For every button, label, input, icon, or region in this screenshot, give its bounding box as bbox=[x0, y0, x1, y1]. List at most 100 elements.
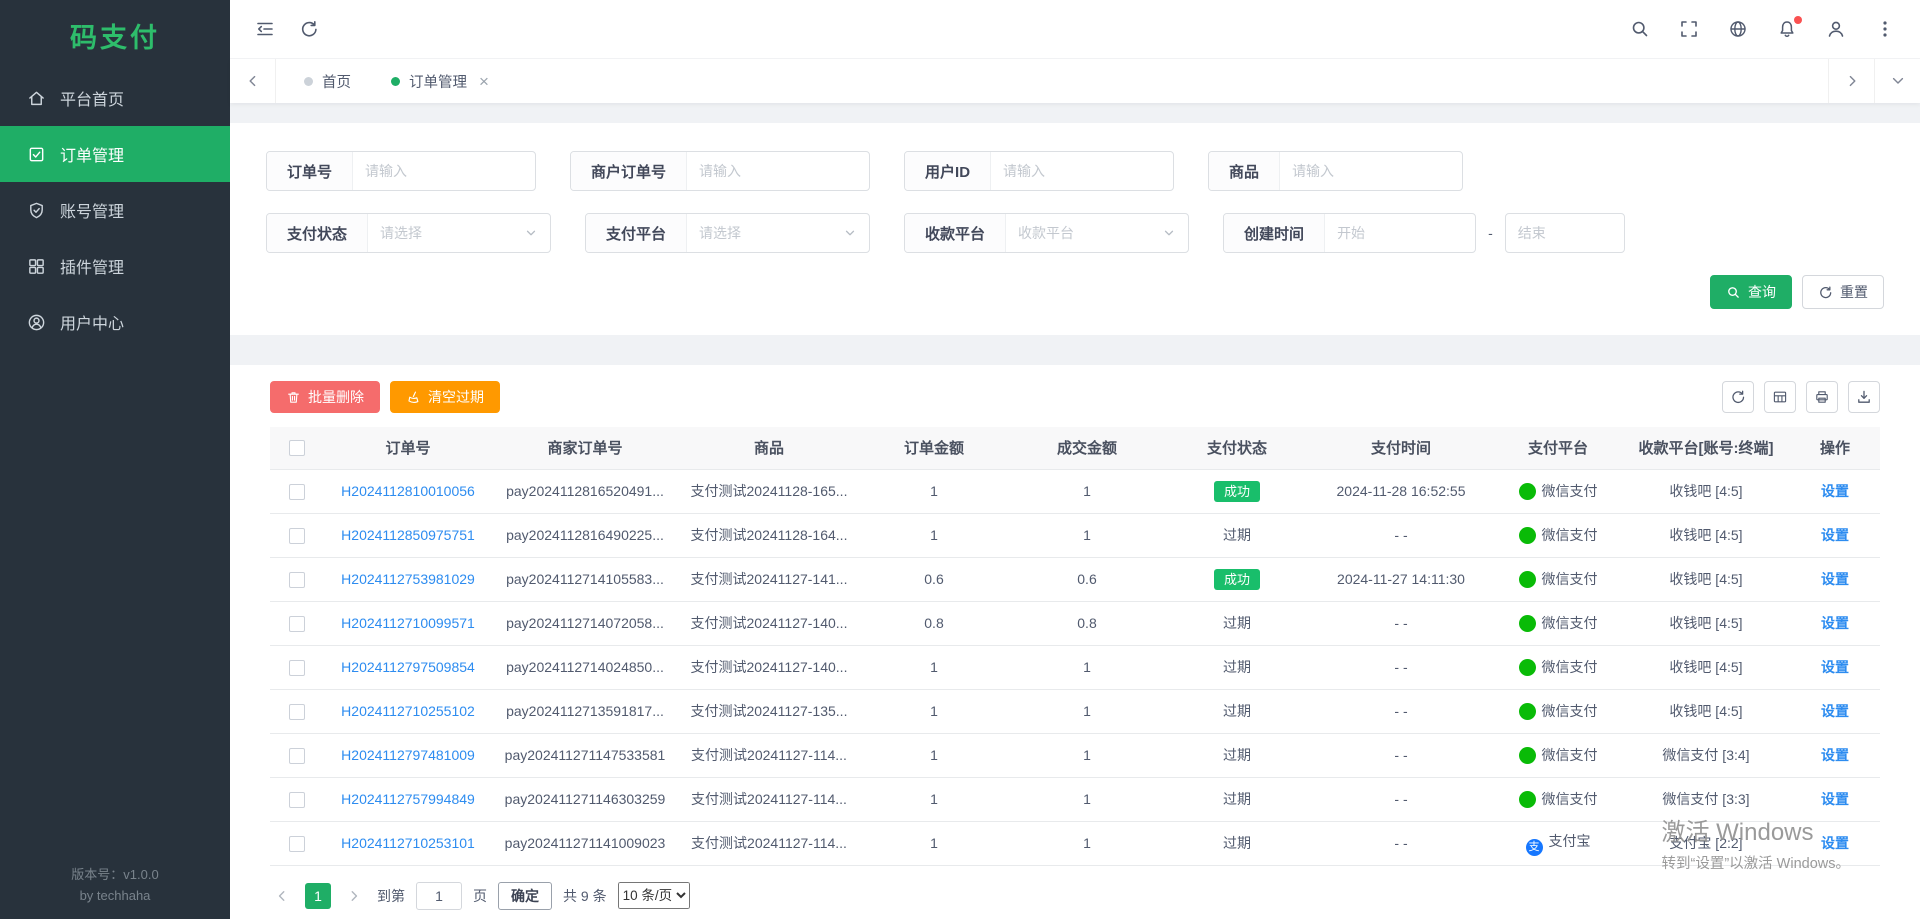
sidebar-item-home[interactable]: 平台首页 bbox=[0, 70, 230, 126]
confirm-page-button[interactable]: 确定 bbox=[498, 882, 552, 910]
settings-link[interactable]: 设置 bbox=[1821, 615, 1849, 631]
close-tab-icon[interactable]: × bbox=[479, 73, 489, 90]
grid-icon bbox=[27, 257, 46, 276]
paid-amount-cell: 1 bbox=[1008, 777, 1166, 821]
prev-page-icon[interactable] bbox=[270, 884, 294, 908]
pay-status-cell: 过期 bbox=[1166, 689, 1308, 733]
query-button-label: 查询 bbox=[1748, 282, 1776, 302]
filter-row-1: 订单号 商户订单号 用户ID 商品 bbox=[266, 151, 1884, 191]
tab-home[interactable]: 首页 bbox=[288, 59, 367, 103]
filter-panel: 订单号 商户订单号 用户ID 商品 bbox=[230, 123, 1920, 335]
settings-link[interactable]: 设置 bbox=[1821, 703, 1849, 719]
filter-pay-platform: 支付平台 请选择 bbox=[585, 213, 870, 253]
sidebar-item-accounts[interactable]: 账号管理 bbox=[0, 182, 230, 238]
order-no-cell: H2024112797509854 bbox=[324, 645, 492, 689]
chevron-down-icon bbox=[524, 226, 538, 240]
column-settings-icon[interactable] bbox=[1764, 381, 1796, 413]
order-no-link[interactable]: H2024112710099571 bbox=[341, 615, 475, 631]
sidebar-item-label: 插件管理 bbox=[60, 254, 124, 278]
pay-status-select[interactable]: 请选择 bbox=[368, 214, 550, 252]
filter-row-2: 支付状态 请选择 支付平台 请选择 收款平台 bbox=[266, 213, 1884, 253]
pay-platform-label: 微信支付 bbox=[1542, 571, 1598, 587]
pay-platform-cell: 微信支付 bbox=[1494, 645, 1622, 689]
table-refresh-icon[interactable] bbox=[1722, 381, 1754, 413]
batch-delete-button[interactable]: 批量删除 bbox=[270, 381, 380, 413]
order-no-link[interactable]: H2024112850975751 bbox=[341, 527, 475, 543]
wechat-pay-icon bbox=[1519, 703, 1536, 720]
settings-link[interactable]: 设置 bbox=[1821, 571, 1849, 587]
pay-platform-select[interactable]: 请选择 bbox=[687, 214, 869, 252]
next-page-icon[interactable] bbox=[342, 884, 366, 908]
settings-link[interactable]: 设置 bbox=[1821, 791, 1849, 807]
order-no-link[interactable]: H2024112753981029 bbox=[341, 571, 475, 587]
user-id-input[interactable] bbox=[991, 152, 1173, 190]
end-date-input[interactable] bbox=[1505, 213, 1625, 253]
order-no-link[interactable]: H2024112810010056 bbox=[341, 483, 475, 499]
collapse-sidebar-icon[interactable] bbox=[254, 18, 276, 40]
row-checkbox[interactable] bbox=[289, 748, 305, 764]
order-no-link[interactable]: H2024112797509854 bbox=[341, 659, 475, 675]
row-checkbox[interactable] bbox=[289, 484, 305, 500]
start-date-input[interactable] bbox=[1325, 214, 1475, 252]
status-badge: 过期 bbox=[1223, 747, 1251, 763]
row-checkbox[interactable] bbox=[289, 528, 305, 544]
filter-pay-status: 支付状态 请选择 bbox=[266, 213, 551, 253]
select-all-checkbox[interactable] bbox=[289, 440, 305, 456]
pay-status-cell: 过期 bbox=[1166, 821, 1308, 865]
topbar-actions bbox=[1629, 18, 1896, 40]
order-no-input[interactable] bbox=[353, 152, 535, 190]
fullscreen-icon[interactable] bbox=[1678, 18, 1700, 40]
tab-dot bbox=[391, 77, 400, 86]
clear-expired-button[interactable]: 清空过期 bbox=[390, 381, 500, 413]
merchant-order-no-input[interactable] bbox=[687, 152, 869, 190]
row-checkbox[interactable] bbox=[289, 704, 305, 720]
merchant-order-no-cell: pay2024112816490225... bbox=[492, 513, 678, 557]
row-checkbox[interactable] bbox=[289, 572, 305, 588]
globe-icon[interactable] bbox=[1727, 18, 1749, 40]
bell-icon[interactable] bbox=[1776, 18, 1798, 40]
page-size-select[interactable]: 10 条/页 bbox=[618, 882, 690, 909]
order-no-link[interactable]: H2024112710253101 bbox=[341, 835, 475, 851]
tab-order-management[interactable]: 订单管理 × bbox=[375, 59, 505, 103]
print-icon[interactable] bbox=[1806, 381, 1838, 413]
receive-platform-cell: 微信支付 [3:3] bbox=[1622, 777, 1790, 821]
filter-label: 商品 bbox=[1209, 152, 1280, 190]
clear-expired-label: 清空过期 bbox=[428, 387, 484, 407]
settings-link[interactable]: 设置 bbox=[1821, 483, 1849, 499]
goto-page-input[interactable] bbox=[416, 882, 462, 910]
row-checkbox[interactable] bbox=[289, 616, 305, 632]
pay-time-cell: - - bbox=[1308, 689, 1494, 733]
action-cell: 设置 bbox=[1790, 733, 1880, 777]
product-input[interactable] bbox=[1280, 152, 1462, 190]
order-amount-cell: 1 bbox=[860, 821, 1008, 865]
order-no-link[interactable]: H2024112710255102 bbox=[341, 703, 475, 719]
receive-platform-cell: 收钱吧 [4:5] bbox=[1622, 601, 1790, 645]
refresh-page-icon[interactable] bbox=[298, 18, 320, 40]
reset-button[interactable]: 重置 bbox=[1802, 275, 1884, 309]
receive-platform-select[interactable]: 收款平台 bbox=[1006, 214, 1188, 252]
settings-link[interactable]: 设置 bbox=[1821, 527, 1849, 543]
tabs-menu-icon[interactable] bbox=[1874, 59, 1920, 103]
sidebar-item-plugins[interactable]: 插件管理 bbox=[0, 238, 230, 294]
user-avatar-icon[interactable] bbox=[1825, 18, 1847, 40]
search-icon[interactable] bbox=[1629, 18, 1651, 40]
tabs-scroll-left-icon[interactable] bbox=[230, 59, 276, 103]
order-no-link[interactable]: H2024112757994849 bbox=[341, 791, 475, 807]
settings-link[interactable]: 设置 bbox=[1821, 835, 1849, 851]
sidebar-item-orders[interactable]: 订单管理 bbox=[0, 126, 230, 182]
row-checkbox[interactable] bbox=[289, 792, 305, 808]
settings-link[interactable]: 设置 bbox=[1821, 747, 1849, 763]
tabs-scroll-right-icon[interactable] bbox=[1828, 59, 1874, 103]
table-row: H2024112797481009 pay202411271147533581 … bbox=[270, 733, 1880, 777]
row-checkbox[interactable] bbox=[289, 836, 305, 852]
merchant-order-no-cell: pay2024112816520491... bbox=[492, 469, 678, 513]
row-checkbox[interactable] bbox=[289, 660, 305, 676]
page-number-button[interactable]: 1 bbox=[305, 883, 331, 909]
export-icon[interactable] bbox=[1848, 381, 1880, 413]
query-button[interactable]: 查询 bbox=[1710, 275, 1792, 309]
column-header: 订单金额 bbox=[860, 427, 1008, 469]
settings-link[interactable]: 设置 bbox=[1821, 659, 1849, 675]
more-options-icon[interactable] bbox=[1874, 18, 1896, 40]
order-no-link[interactable]: H2024112797481009 bbox=[341, 747, 475, 763]
sidebar-item-user-center[interactable]: 用户中心 bbox=[0, 294, 230, 350]
